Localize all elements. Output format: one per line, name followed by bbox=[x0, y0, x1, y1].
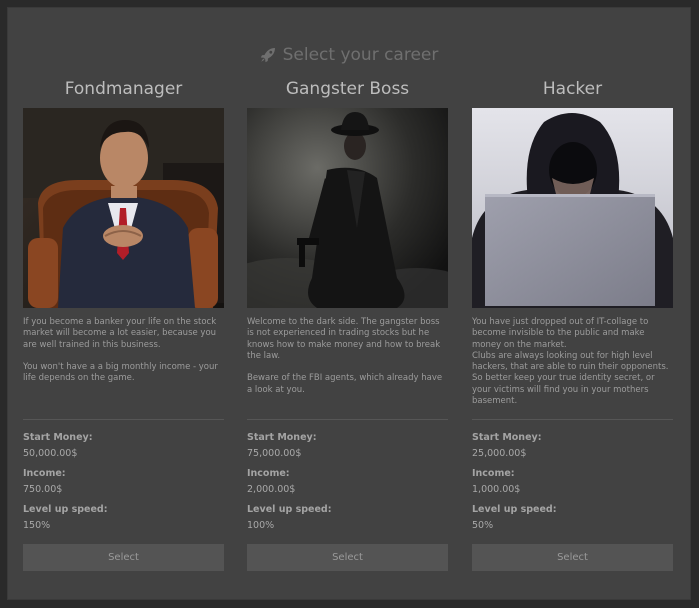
banker-portrait bbox=[23, 108, 224, 308]
hacker-portrait bbox=[472, 108, 673, 308]
start-money-label: Start Money: bbox=[23, 432, 93, 443]
description-paragraph: If you become a banker your life on the … bbox=[23, 317, 217, 350]
description-paragraph: Welcome to the dark side. The gangster b… bbox=[247, 317, 441, 361]
level-up-speed-value: 50% bbox=[472, 520, 494, 531]
card-description: Welcome to the dark side. The gangster b… bbox=[247, 317, 448, 396]
level-up-speed-label: Level up speed: bbox=[247, 504, 332, 515]
income-label: Income: bbox=[247, 468, 290, 479]
level-up-speed-value: 100% bbox=[247, 520, 275, 531]
rocket-icon bbox=[260, 47, 276, 68]
divider bbox=[472, 419, 673, 420]
income-label: Income: bbox=[23, 468, 66, 479]
start-money-value: 75,000.00$ bbox=[247, 448, 302, 459]
level-up-speed-value: 150% bbox=[23, 520, 51, 531]
income-value: 2,000.00$ bbox=[247, 484, 296, 495]
select-hacker-button[interactable]: Select bbox=[472, 544, 673, 571]
description-paragraph: Beware of the FBI agents, which already … bbox=[247, 373, 443, 395]
career-panel: Select your career Fondmanager If you be… bbox=[7, 7, 691, 600]
income-label: Income: bbox=[472, 468, 515, 479]
page-title: Select your career bbox=[8, 45, 690, 68]
card-title: Fondmanager bbox=[64, 79, 183, 99]
card-description: You have just dropped out of IT-collage … bbox=[472, 317, 673, 407]
income-value: 750.00$ bbox=[23, 484, 63, 495]
card-title: Hacker bbox=[542, 79, 603, 99]
start-money-label: Start Money: bbox=[472, 432, 542, 443]
divider bbox=[247, 419, 448, 420]
select-gangster-boss-button[interactable]: Select bbox=[247, 544, 448, 571]
description-paragraph: You have just dropped out of IT-collage … bbox=[472, 317, 669, 407]
start-money-value: 25,000.00$ bbox=[472, 448, 527, 459]
description-paragraph: You won't have a a big monthly income - … bbox=[23, 362, 218, 384]
income-value: 1,000.00$ bbox=[472, 484, 521, 495]
page-title-text: Select your career bbox=[282, 45, 439, 65]
gangster-portrait bbox=[247, 108, 448, 308]
card-title: Gangster Boss bbox=[285, 79, 410, 99]
card-description: If you become a banker your life on the … bbox=[23, 317, 224, 385]
start-money-value: 50,000.00$ bbox=[23, 448, 78, 459]
select-fondmanager-button[interactable]: Select bbox=[23, 544, 224, 571]
level-up-speed-label: Level up speed: bbox=[23, 504, 108, 515]
level-up-speed-label: Level up speed: bbox=[472, 504, 557, 515]
start-money-label: Start Money: bbox=[247, 432, 317, 443]
divider bbox=[23, 419, 224, 420]
